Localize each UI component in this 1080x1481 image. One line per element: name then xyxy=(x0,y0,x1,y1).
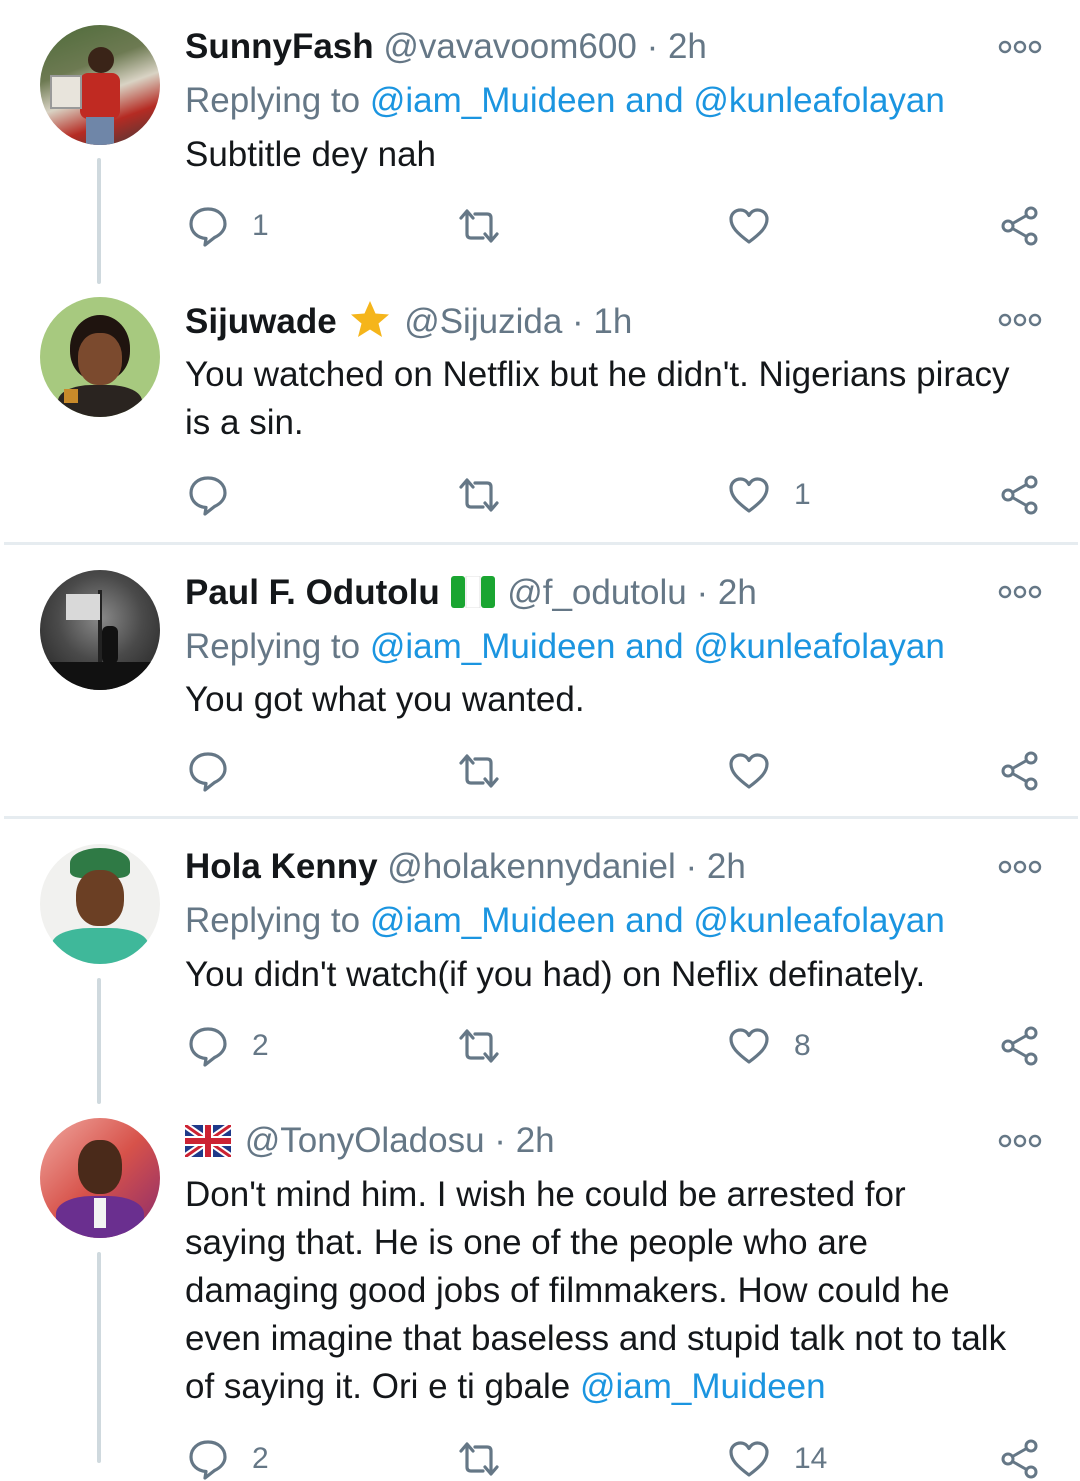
replying-to-label: Replying to xyxy=(185,627,361,666)
reply-count: 1 xyxy=(252,209,269,242)
separator-dot: · xyxy=(494,1121,506,1160)
reply-icon[interactable] xyxy=(186,1024,230,1068)
separator-dot: · xyxy=(696,573,709,612)
reply-icon[interactable] xyxy=(186,473,230,517)
share-icon[interactable] xyxy=(998,1024,1042,1068)
reply-icon[interactable] xyxy=(186,1437,230,1481)
reply-count: 2 xyxy=(252,1442,269,1475)
reply-icon[interactable] xyxy=(186,204,230,248)
separator-dot: · xyxy=(572,302,584,341)
replying-to-users[interactable]: @iam_Muideen and @kunleafolayan xyxy=(370,901,945,940)
like-count: 8 xyxy=(794,1029,811,1062)
more-options-icon[interactable] xyxy=(998,585,1042,599)
tweet-header: Paul F. Odutolu @f_odutolu · 2h xyxy=(185,571,757,615)
reply-count: 2 xyxy=(252,1029,269,1062)
replying-to-users[interactable]: @iam_Muideen and @kunleafolayan xyxy=(370,627,945,666)
handle[interactable]: @vavavoom600 xyxy=(383,27,636,66)
display-name[interactable]: Paul F. Odutolu xyxy=(185,573,440,612)
avatar[interactable] xyxy=(40,1118,160,1238)
more-options-icon[interactable] xyxy=(998,860,1042,874)
tweet-header: Sijuwade @Sijuzida · 1h xyxy=(185,299,632,344)
retweet-icon[interactable] xyxy=(455,749,503,793)
heart-icon[interactable] xyxy=(727,204,771,248)
avatar[interactable] xyxy=(40,844,160,964)
tweet-header: @TonyOladosu · 2h xyxy=(185,1119,555,1163)
replying-to-label: Replying to xyxy=(185,81,361,120)
display-name[interactable]: Hola Kenny xyxy=(185,847,378,886)
separator-dot: · xyxy=(646,27,659,66)
tweet-text: Subtitle dey nah xyxy=(185,135,437,174)
heart-icon[interactable] xyxy=(727,749,771,793)
uk-flag-icon xyxy=(185,1125,231,1157)
like-count: 1 xyxy=(794,478,811,511)
thread-line xyxy=(97,978,101,1104)
tweet-separator xyxy=(4,542,1078,545)
nigeria-flag-icon xyxy=(451,576,496,608)
thread-line xyxy=(97,1252,101,1463)
timestamp[interactable]: 2h xyxy=(718,573,757,612)
heart-icon[interactable] xyxy=(727,1024,771,1068)
replying-to: Replying to @iam_Muideen and @kunleafola… xyxy=(185,899,945,943)
timestamp[interactable]: 2h xyxy=(668,27,707,66)
replying-to: Replying to @iam_Muideen and @kunleafola… xyxy=(185,625,945,669)
avatar[interactable] xyxy=(40,25,160,145)
retweet-icon[interactable] xyxy=(455,1437,503,1481)
more-options-icon[interactable] xyxy=(998,40,1042,54)
replying-to-users[interactable]: @iam_Muideen and @kunleafolayan xyxy=(370,81,945,120)
tweet-text: You didn't watch(if you had) on Neflix d… xyxy=(185,955,926,994)
replying-to: Replying to @iam_Muideen and @kunleafola… xyxy=(185,79,945,123)
tweet-header: Hola Kenny @holakennydaniel · 2h xyxy=(185,845,746,889)
retweet-icon[interactable] xyxy=(455,473,503,517)
tweet-text: Don't mind him. I wish he could be arres… xyxy=(185,1171,1015,1411)
avatar[interactable] xyxy=(40,297,160,417)
timestamp[interactable]: 2h xyxy=(707,847,746,886)
tweet-text: You got what you wanted. xyxy=(185,680,585,719)
timestamp[interactable]: 1h xyxy=(593,302,632,341)
handle[interactable]: @TonyOladosu xyxy=(245,1121,485,1160)
avatar[interactable] xyxy=(40,570,160,690)
like-count: 14 xyxy=(794,1442,828,1475)
retweet-icon[interactable] xyxy=(455,1024,503,1068)
heart-icon[interactable] xyxy=(727,473,771,517)
tweet-separator xyxy=(4,816,1078,819)
heart-icon[interactable] xyxy=(727,1437,771,1481)
mention-link[interactable]: @iam_Muideen xyxy=(580,1367,826,1406)
share-icon[interactable] xyxy=(998,473,1042,517)
display-name[interactable]: Sijuwade xyxy=(185,302,337,341)
tweet-text: You watched on Netflix but he didn't. Ni… xyxy=(185,355,1010,442)
handle[interactable]: @f_odutolu xyxy=(507,573,687,612)
thread-line xyxy=(97,158,101,284)
retweet-icon[interactable] xyxy=(455,204,503,248)
replying-to-label: Replying to xyxy=(185,901,361,940)
share-icon[interactable] xyxy=(998,749,1042,793)
timestamp[interactable]: 2h xyxy=(516,1121,555,1160)
display-name[interactable]: SunnyFash xyxy=(185,27,374,66)
handle[interactable]: @holakennydaniel xyxy=(387,847,676,886)
tweet-header: SunnyFash @vavavoom600 · 2h xyxy=(185,25,707,69)
handle[interactable]: @Sijuzida xyxy=(404,302,562,341)
share-icon[interactable] xyxy=(998,204,1042,248)
star-emoji-icon xyxy=(351,301,390,337)
separator-dot: · xyxy=(685,847,698,886)
share-icon[interactable] xyxy=(998,1437,1042,1481)
more-options-icon[interactable] xyxy=(998,313,1042,327)
more-options-icon[interactable] xyxy=(998,1134,1042,1148)
reply-icon[interactable] xyxy=(186,749,230,793)
